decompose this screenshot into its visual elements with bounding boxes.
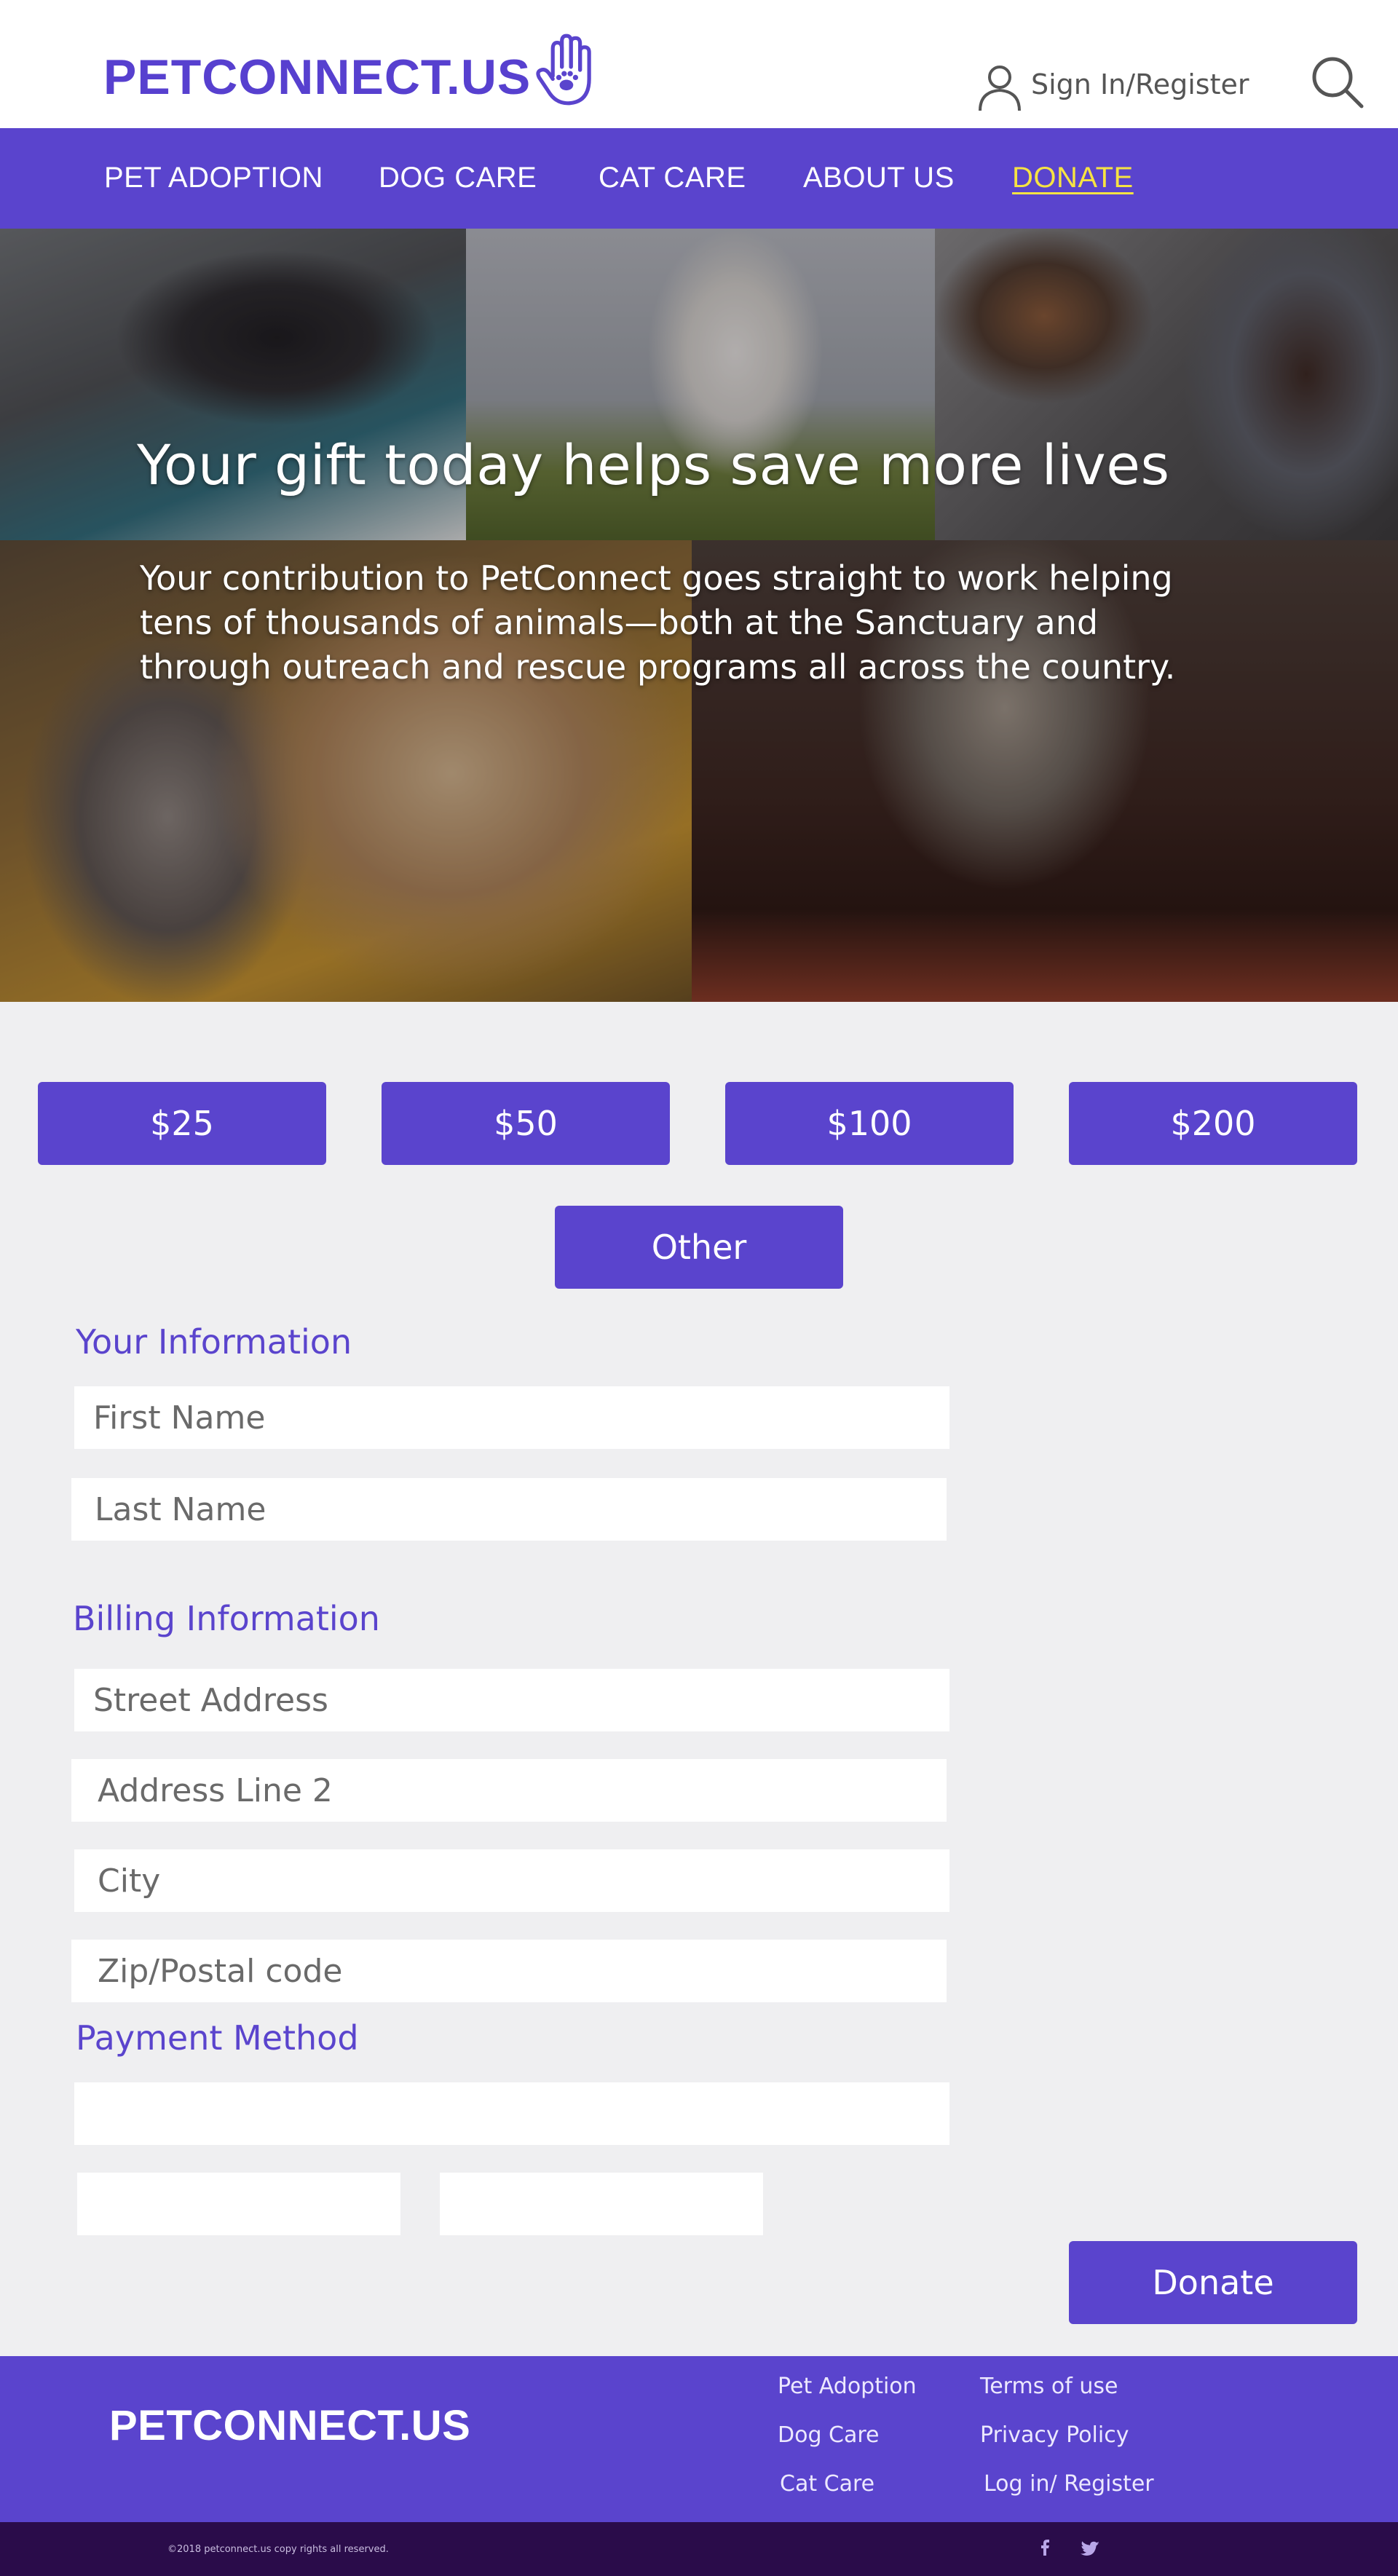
copyright-text: ©2018 petconnect.us copy rights all rese… [167, 2544, 389, 2555]
search-icon[interactable] [1309, 54, 1365, 109]
main-nav: PET ADOPTION DOG CARE CAT CARE ABOUT US … [0, 128, 1398, 229]
amount-100-button[interactable]: $100 [725, 1082, 1014, 1165]
nav-item-cat-care[interactable]: CAT CARE [599, 162, 746, 194]
footer-link-terms[interactable]: Terms of use [980, 2374, 1118, 2399]
nav-item-pet-adoption[interactable]: PET ADOPTION [104, 162, 323, 194]
hero-title: Your gift today helps save more lives [137, 432, 1170, 497]
footer-link-dog-care[interactable]: Dog Care [778, 2422, 880, 2448]
first-name-field[interactable] [74, 1386, 949, 1449]
card-expiry-field[interactable] [77, 2173, 400, 2235]
payment-method-heading: Payment Method [76, 2018, 359, 2058]
hero-description: Your contribution to PetConnect goes str… [140, 556, 1334, 690]
nav-item-donate[interactable]: DONATE [1012, 162, 1134, 194]
site-logo[interactable]: PETCONNECT.US [103, 52, 531, 102]
site-header: PETCONNECT.US Sign In/Register [0, 0, 1398, 128]
street-address-field[interactable] [74, 1669, 949, 1731]
sub-footer: ©2018 petconnect.us copy rights all rese… [0, 2522, 1398, 2576]
donate-submit-button[interactable]: Donate [1069, 2241, 1357, 2324]
hero-banner: Your gift today helps save more lives Yo… [0, 229, 1398, 1002]
nav-item-dog-care[interactable]: DOG CARE [379, 162, 537, 194]
site-footer: PETCONNECT.US Pet Adoption Dog Care Cat … [0, 2356, 1398, 2522]
signin-register-link[interactable]: Sign In/Register [1031, 68, 1249, 100]
footer-link-privacy[interactable]: Privacy Policy [980, 2422, 1129, 2448]
hero-description-line: through outreach and rescue programs all… [140, 647, 1176, 687]
footer-link-cat-care[interactable]: Cat Care [780, 2471, 874, 2497]
user-icon[interactable] [974, 61, 1025, 112]
facebook-icon[interactable] [1034, 2537, 1057, 2560]
card-cvv-field[interactable] [440, 2173, 763, 2235]
amount-50-button[interactable]: $50 [382, 1082, 670, 1165]
footer-logo[interactable]: PETCONNECT.US [109, 2401, 470, 2450]
paw-hand-icon[interactable] [530, 32, 606, 108]
hero-description-line: tens of thousands of animals—both at the… [140, 603, 1099, 642]
billing-information-heading: Billing Information [73, 1599, 380, 1638]
zip-code-field[interactable] [71, 1940, 947, 2002]
city-field[interactable] [74, 1849, 949, 1912]
hero-description-line: Your contribution to PetConnect goes str… [140, 558, 1173, 598]
amount-200-button[interactable]: $200 [1069, 1082, 1357, 1165]
address-line-2-field[interactable] [71, 1759, 947, 1822]
footer-link-login-register[interactable]: Log in/ Register [984, 2471, 1154, 2497]
last-name-field[interactable] [71, 1478, 947, 1541]
your-information-heading: Your Information [76, 1322, 352, 1362]
footer-link-pet-adoption[interactable]: Pet Adoption [778, 2374, 917, 2399]
twitter-icon[interactable] [1079, 2537, 1102, 2560]
amount-other-button[interactable]: Other [555, 1206, 843, 1289]
nav-item-about-us[interactable]: ABOUT US [803, 162, 955, 194]
amount-25-button[interactable]: $25 [38, 1082, 326, 1165]
card-number-field[interactable] [74, 2082, 949, 2145]
